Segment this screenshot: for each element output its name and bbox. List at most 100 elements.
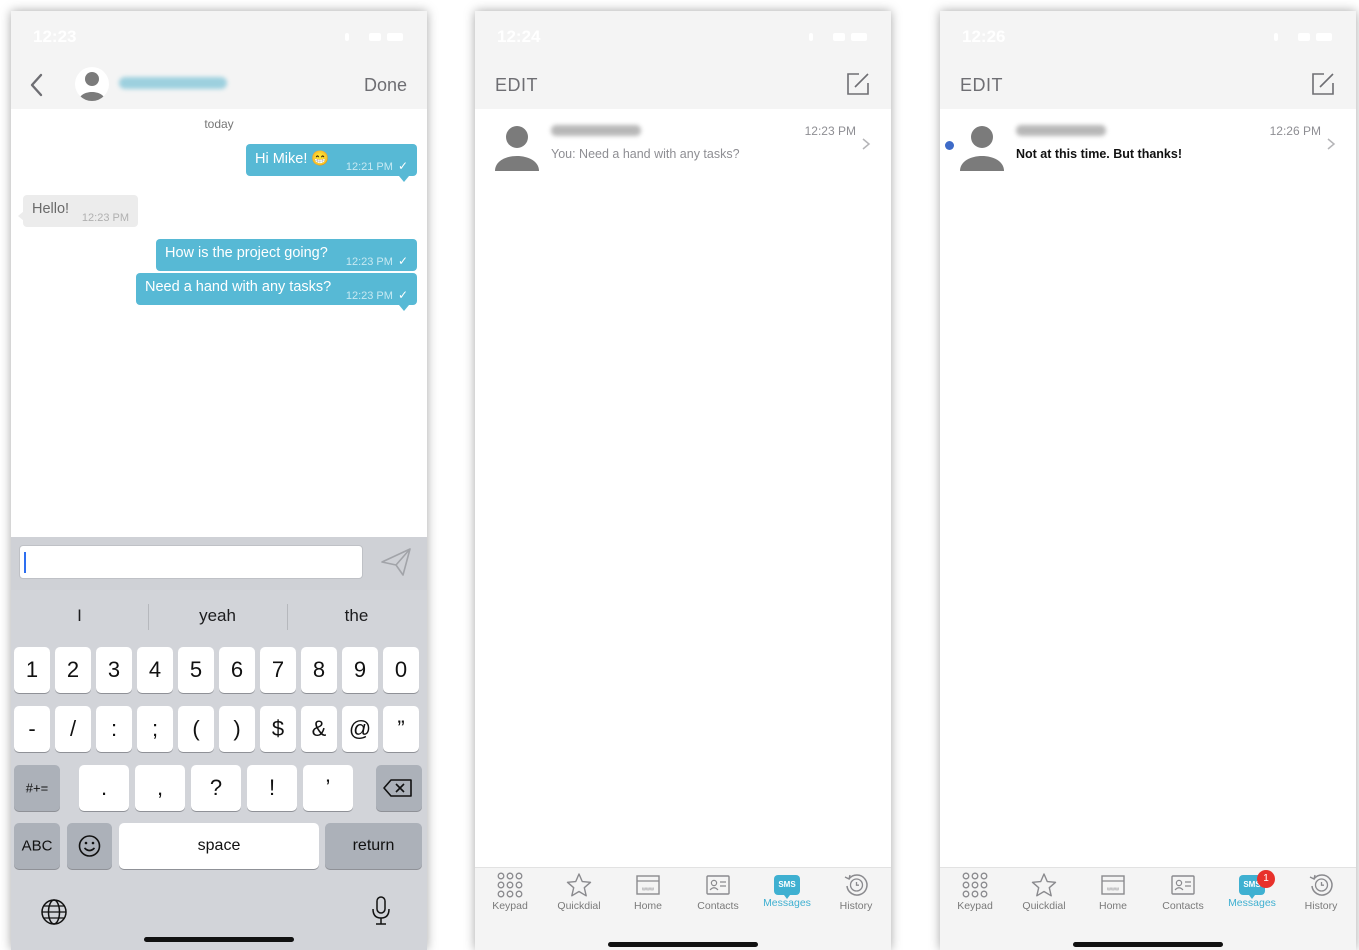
tab-bar: Keypad Quickdial www Home Contacts SMS 1 Messag… [940, 867, 1356, 950]
message-input[interactable] [19, 545, 363, 579]
globe-icon[interactable] [39, 897, 69, 927]
history-icon [1286, 872, 1356, 898]
messages-header: EDIT [475, 61, 891, 109]
outgoing-message[interactable]: How is the project going? 12:23 PM ✓ [156, 239, 417, 271]
tab-contacts[interactable]: Contacts [1148, 872, 1218, 920]
back-chevron-icon[interactable] [25, 71, 51, 99]
abc-key[interactable]: ABC [14, 823, 60, 869]
digit-key[interactable]: 3 [96, 647, 132, 693]
message-thread[interactable]: today Hi Mike! 😁 12:21 PM ✓ Hello! 12:23 … [11, 109, 427, 537]
symbol-key[interactable]: $ [260, 706, 296, 752]
status-time: 12:24 [497, 27, 541, 46]
signal-wifi-battery-icon [809, 31, 867, 43]
delivered-check-icon: ✓ [397, 288, 408, 302]
symbols-key[interactable]: #+= [14, 765, 60, 811]
digit-key[interactable]: 2 [55, 647, 91, 693]
chat-screen: 12:23 Done today Hi Mike! 😁 12:21 PM ✓ He… [11, 11, 427, 950]
signal-wifi-battery-icon [345, 31, 403, 43]
history-icon [821, 872, 891, 898]
home-indicator [1073, 942, 1223, 947]
tab-home[interactable]: www Home [613, 872, 683, 920]
digit-key[interactable]: 1 [14, 647, 50, 693]
punctuation-key[interactable]: , [135, 765, 185, 811]
suggestion-1[interactable]: I [11, 590, 148, 642]
edit-button[interactable]: EDIT [960, 75, 1003, 96]
status-bar: 12:26 [940, 11, 1356, 61]
tab-messages[interactable]: SMS 1 Messages [1217, 870, 1287, 920]
tab-label: Keypad [492, 900, 528, 912]
incoming-message[interactable]: Hello! 12:23 PM [18, 195, 138, 227]
tab-label: Home [633, 900, 662, 912]
punctuation-key[interactable]: ! [247, 765, 297, 811]
quickdial-icon [544, 872, 614, 898]
symbol-key[interactable]: & [301, 706, 337, 752]
digit-key[interactable]: 9 [342, 647, 378, 693]
emoji-key[interactable] [67, 823, 112, 869]
sms-icon: SMS [774, 875, 800, 899]
space-key[interactable]: space [119, 823, 319, 869]
tab-messages[interactable]: SMS Messages [752, 872, 822, 920]
messages-list-screen: 12:24 EDIT 12:23 PM You: Need a hand wit… [475, 11, 891, 950]
suggestion-3[interactable]: the [288, 590, 425, 642]
tab-quickdial[interactable]: Quickdial [1009, 872, 1079, 920]
conversation-preview: Not at this time. But thanks! [1016, 147, 1182, 161]
contact-avatar[interactable] [75, 67, 109, 101]
microphone-icon[interactable] [369, 895, 393, 927]
tab-contacts[interactable]: Contacts [683, 872, 753, 920]
unread-indicator [945, 141, 954, 150]
symbol-key[interactable]: - [14, 706, 50, 752]
digit-key[interactable]: 6 [219, 647, 255, 693]
keyboard: I yeah the 1234567890 - /:;() $ & @” .,?!’ #… [11, 590, 427, 950]
message-time: 12:21 PM [345, 161, 393, 173]
digit-key[interactable]: 4 [137, 647, 173, 693]
tab-history[interactable]: History [821, 872, 891, 920]
delivered-check-icon: ✓ [397, 254, 408, 268]
keypad-icon [940, 872, 1010, 898]
conversation-time: 12:23 PM [804, 124, 856, 138]
outgoing-message[interactable]: Hi Mike! 😁 12:21 PM ✓ [246, 144, 417, 182]
digit-key[interactable]: 8 [301, 647, 337, 693]
tab-keypad[interactable]: Keypad [940, 872, 1010, 920]
done-button[interactable]: Done [364, 75, 407, 96]
symbol-key[interactable]: / [55, 706, 91, 752]
symbol-key[interactable]: : [96, 706, 132, 752]
tab-label: Contacts [1162, 900, 1204, 912]
status-time: 12:26 [962, 27, 1006, 46]
return-key[interactable]: return [325, 823, 422, 869]
status-time: 12:23 [33, 27, 77, 46]
symbol-key[interactable]: ( [178, 706, 214, 752]
contact-name-redacted[interactable] [119, 77, 227, 89]
backspace-key[interactable] [376, 765, 422, 811]
digit-key[interactable]: 5 [178, 647, 214, 693]
message-text: Need a hand with any tasks? [145, 279, 332, 295]
conversation-row[interactable]: 12:23 PM You: Need a hand with any tasks… [475, 109, 891, 183]
tab-label: Contacts [697, 900, 739, 912]
symbol-key[interactable]: ” [383, 706, 419, 752]
symbol-key[interactable]: ) [219, 706, 255, 752]
message-text: How is the project going? [165, 245, 328, 261]
punctuation-key[interactable]: . [79, 765, 129, 811]
edit-button[interactable]: EDIT [495, 75, 538, 96]
tab-keypad[interactable]: Keypad [475, 872, 545, 920]
conversation-row[interactable]: 12:26 PM Not at this time. But thanks! [940, 109, 1356, 183]
send-icon[interactable] [379, 546, 413, 578]
outgoing-message[interactable]: Need a hand with any tasks? 12:23 PM ✓ [136, 273, 417, 311]
compose-icon[interactable] [1310, 71, 1336, 97]
tab-home[interactable]: www Home [1078, 872, 1148, 920]
symbol-key[interactable]: @ [342, 706, 378, 752]
suggestion-2[interactable]: yeah [149, 590, 286, 642]
digit-key[interactable]: 0 [383, 647, 419, 693]
tab-label: History [839, 900, 873, 912]
tab-quickdial[interactable]: Quickdial [544, 872, 614, 920]
symbol-key[interactable]: ; [137, 706, 173, 752]
chevron-right-icon [862, 138, 871, 150]
punctuation-key[interactable]: ? [191, 765, 241, 811]
digit-key[interactable]: 7 [260, 647, 296, 693]
quickdial-icon [1009, 872, 1079, 898]
message-time: 12:23 PM [345, 290, 393, 302]
punctuation-key[interactable]: ’ [303, 765, 353, 811]
tab-history[interactable]: History [1286, 872, 1356, 920]
message-time: 12:23 PM [345, 256, 393, 268]
compose-icon[interactable] [845, 71, 871, 97]
message-time: 12:23 PM [81, 212, 129, 224]
